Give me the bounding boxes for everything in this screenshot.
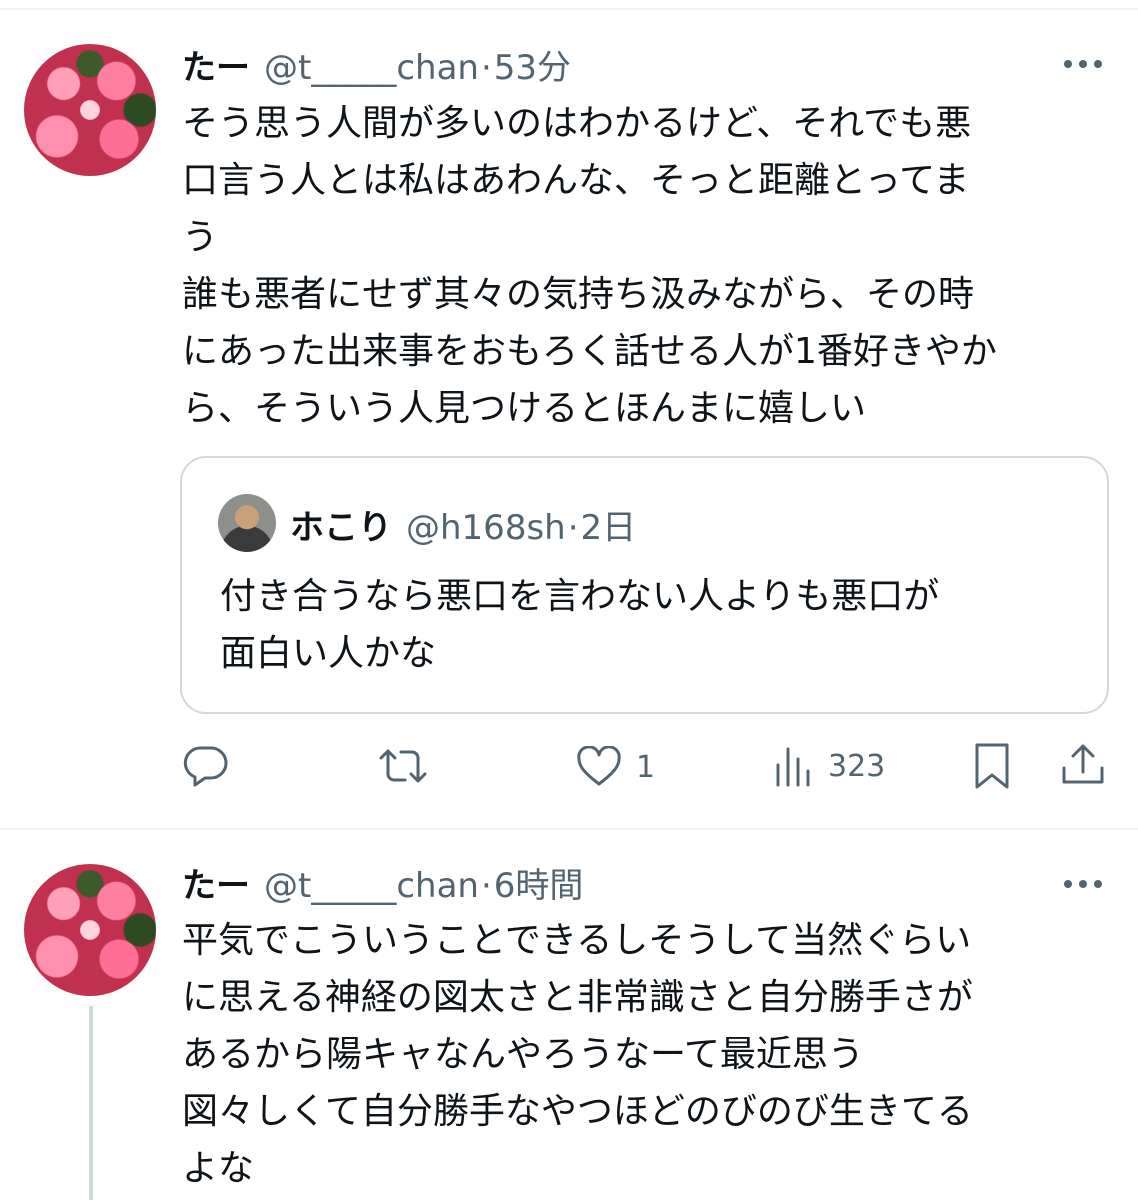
separator-dot: · bbox=[567, 508, 579, 548]
bookmark-icon bbox=[975, 743, 1009, 789]
display-name[interactable]: たー bbox=[182, 858, 250, 907]
share-button[interactable] bbox=[1060, 742, 1106, 788]
quoted-user-handle: @h168sh bbox=[406, 508, 566, 548]
tweet-divider bbox=[0, 828, 1138, 830]
quoted-timestamp: 2日 bbox=[580, 508, 637, 548]
views-button[interactable]: 323 bbox=[774, 745, 885, 787]
avatar[interactable] bbox=[24, 864, 156, 996]
quoted-tweet-text: 付き合うなら悪口を言わない人よりも悪口が 面白い人かな bbox=[220, 576, 940, 674]
timestamp[interactable]: 53分 bbox=[494, 40, 571, 89]
user-handle[interactable]: @t_____chan bbox=[264, 48, 479, 88]
quoted-tweet[interactable]: ホこり @h168sh · 2日 付き合うなら悪口を言わない人よりも悪口が 面白… bbox=[180, 456, 1109, 714]
separator-dot: · bbox=[480, 48, 492, 88]
quoted-tweet-header: ホこり @h168sh · 2日 bbox=[290, 500, 636, 549]
tweet-text: そう思う人間が多いのはわかるけど、それでも悪 口言う人とは私はあわんな、そっと距… bbox=[182, 103, 997, 429]
separator-dot: · bbox=[480, 866, 492, 906]
quoted-avatar[interactable] bbox=[218, 494, 276, 552]
bookmark-button[interactable] bbox=[972, 742, 1012, 790]
thread-line bbox=[89, 1006, 93, 1200]
top-divider bbox=[0, 8, 1138, 10]
retweet-icon bbox=[379, 749, 427, 783]
like-count: 1 bbox=[636, 749, 656, 785]
view-count: 323 bbox=[828, 748, 886, 784]
heart-icon bbox=[577, 746, 621, 786]
user-handle[interactable]: @t_____chan bbox=[264, 866, 479, 906]
tweet-header: たー @t_____chan · 6時間 bbox=[182, 858, 583, 908]
tweet-header: たー @t_____chan · 53分 bbox=[182, 40, 571, 90]
retweet-button[interactable] bbox=[377, 746, 443, 786]
quoted-display-name: ホこり bbox=[290, 508, 392, 548]
more-options-icon[interactable] bbox=[1064, 880, 1102, 888]
avatar[interactable] bbox=[24, 44, 156, 176]
more-options-icon[interactable] bbox=[1064, 60, 1102, 68]
reply-button[interactable] bbox=[183, 744, 243, 788]
display-name[interactable]: たー bbox=[182, 40, 250, 89]
timestamp[interactable]: 6時間 bbox=[494, 858, 584, 907]
share-icon bbox=[1062, 744, 1104, 784]
reply-icon bbox=[183, 746, 228, 787]
tweet-text: 平気でこういうことできるしそうして当然ぐらい に思える神経の図太さと非常識さと自… bbox=[182, 920, 973, 1189]
bar-chart-icon bbox=[776, 747, 810, 787]
like-button[interactable]: 1 bbox=[576, 746, 655, 788]
